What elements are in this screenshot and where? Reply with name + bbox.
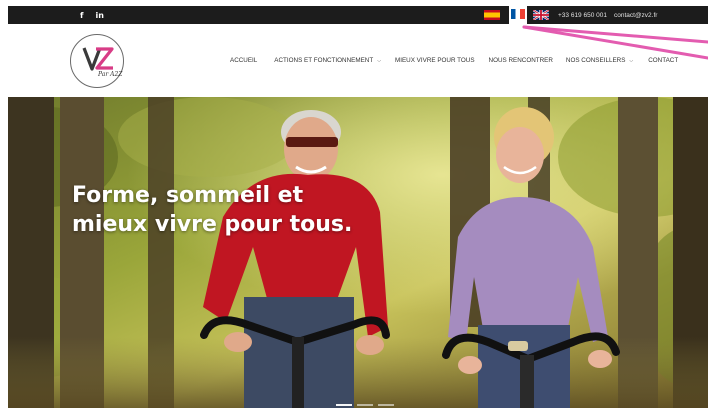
slider-pagination bbox=[336, 404, 394, 406]
nav-item-label: NOUS RENCONTRER bbox=[488, 57, 553, 64]
logo-vz-glyph bbox=[82, 47, 114, 71]
email-link[interactable]: contact@zv2.fr bbox=[614, 12, 657, 19]
nav-item-label: CONTACT bbox=[648, 57, 679, 64]
nav-item-contact[interactable]: CONTACT bbox=[648, 57, 678, 64]
nav-item-mieux-vivre-pour-tous[interactable]: MIEUX VIVRE POUR TOUS bbox=[395, 57, 475, 64]
slider-dot[interactable] bbox=[336, 404, 352, 406]
slider-dot[interactable] bbox=[357, 404, 373, 406]
hero-title-line-1: Forme, sommeil et bbox=[72, 183, 304, 208]
top-bar: f in +33 619 650 001 contact@zv2.fr bbox=[8, 4, 708, 26]
nav-item-label: NOS CONSEILLERS bbox=[565, 57, 626, 64]
main-navigation: ACCUEIL ACTIONS ET FONCTIONNEMENT ⌵ MIEU… bbox=[230, 24, 678, 97]
social-links: f in bbox=[80, 11, 104, 20]
nav-item-label: ACCUEIL bbox=[230, 57, 258, 64]
facebook-icon[interactable]: f bbox=[80, 11, 83, 20]
nav-item-label: ACTIONS ET FONCTIONNEMENT bbox=[274, 57, 374, 64]
nav-item-label: MIEUX VIVRE POUR TOUS bbox=[394, 57, 475, 64]
hero-slider[interactable]: Forme, sommeil et mieux vivre pour tous. bbox=[8, 97, 708, 408]
france-flag-icon bbox=[511, 9, 525, 19]
site-header: Par A2Z ACCUEIL ACTIONS ET FONCTIONNEMEN… bbox=[8, 24, 708, 97]
hero-photo bbox=[8, 97, 708, 408]
linkedin-icon[interactable]: in bbox=[95, 11, 103, 20]
top-bar-right: +33 619 650 001 contact@zv2.fr bbox=[484, 4, 657, 26]
spain-flag-icon[interactable] bbox=[484, 10, 500, 20]
chevron-down-icon: ⌵ bbox=[377, 57, 381, 64]
hero-title-line-2: mieux vivre pour tous. bbox=[72, 212, 353, 237]
nav-item-actions-et-fonctionnement[interactable]: ACTIONS ET FONCTIONNEMENT ⌵ bbox=[274, 57, 381, 64]
slider-dot[interactable] bbox=[378, 404, 394, 406]
uk-flag-icon[interactable] bbox=[533, 10, 549, 20]
chevron-down-icon: ⌵ bbox=[629, 57, 634, 64]
nav-item-nos-conseillers[interactable]: NOS CONSEILLERS ⌵ bbox=[566, 57, 633, 64]
nav-item-nous-rencontrer[interactable]: NOUS RENCONTRER bbox=[489, 57, 553, 64]
phone-number[interactable]: +33 619 650 001 bbox=[558, 12, 607, 19]
site-logo[interactable]: Par A2Z bbox=[70, 34, 124, 88]
language-france-selected[interactable] bbox=[509, 4, 527, 26]
hero-title: Forme, sommeil et mieux vivre pour tous. bbox=[72, 181, 412, 239]
logo-subtitle: Par A2Z bbox=[98, 71, 123, 78]
nav-item-accueil[interactable]: ACCUEIL bbox=[230, 57, 257, 64]
